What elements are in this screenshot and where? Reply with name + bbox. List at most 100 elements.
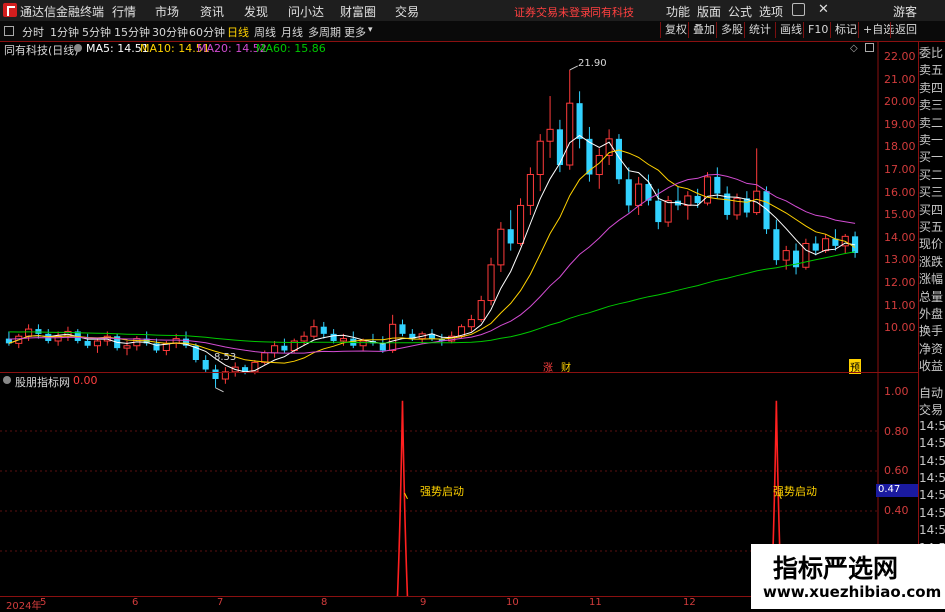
trade-time-label: 14:56 — [919, 418, 945, 433]
menu-gongshi[interactable]: 公式 — [728, 3, 752, 20]
trade-time-label: 14:56 — [919, 505, 945, 520]
candle-body — [261, 352, 269, 363]
period-weekly[interactable]: 周线 — [254, 24, 276, 40]
period-60min[interactable]: 60分钟 — [189, 24, 225, 40]
menu-jiaoyi[interactable]: 交易 — [395, 3, 419, 20]
period-multi[interactable]: 多周期 — [308, 24, 341, 40]
low-price-label: 8.53 — [214, 352, 237, 363]
candle-body — [35, 329, 42, 334]
duogu-button[interactable]: 多股 — [716, 22, 747, 38]
x-axis-label: 5 — [40, 597, 47, 608]
candle-body — [763, 191, 770, 230]
panel-toggle-icon[interactable] — [4, 26, 14, 36]
indicator-settings-icon[interactable] — [3, 376, 11, 384]
period-15min[interactable]: 15分钟 — [114, 24, 150, 40]
period-fenshi[interactable]: 分时 — [22, 24, 44, 40]
huaxian-button[interactable]: 画线 — [775, 22, 806, 38]
quote-field-label[interactable]: 买一 — [919, 148, 943, 165]
watermark: 指标严选网 www.xuezhibiao.com — [751, 544, 945, 609]
kline-chart[interactable] — [0, 42, 918, 609]
indicator-value: 0.00 — [73, 374, 98, 387]
app-title: 通达信金融终端 — [20, 5, 105, 19]
candle-body — [389, 323, 397, 351]
period-daily[interactable]: 日线 — [227, 24, 249, 40]
chevron-down-icon[interactable]: ▾ — [368, 25, 373, 35]
menu-hangqing[interactable]: 行情 — [112, 3, 136, 20]
quote-field-label[interactable]: 总量 — [919, 288, 943, 305]
period-30min[interactable]: 30分钟 — [152, 24, 188, 40]
quote-field-label[interactable]: 委比 — [919, 44, 943, 61]
maximize-icon[interactable] — [865, 43, 874, 52]
candle-body — [694, 195, 701, 204]
quote-field-label[interactable]: 卖二 — [919, 114, 943, 131]
diejia-button[interactable]: 叠加 — [688, 22, 719, 38]
candle-body — [714, 176, 721, 194]
price-axis-tick: 11.00 — [884, 298, 916, 312]
tongji-button[interactable]: 统计 — [744, 22, 775, 38]
ma60-label: MA60: 15.86 — [256, 42, 326, 55]
indicator-axis-tick: 0.60 — [884, 464, 909, 477]
candle-body — [536, 140, 544, 176]
quote-field-label[interactable]: 买五 — [919, 218, 943, 235]
price-axis-tick: 10.00 — [884, 321, 916, 335]
quote-field-label[interactable]: 换手 — [919, 322, 943, 339]
close-icon[interactable]: ✕ — [818, 2, 829, 17]
panel-settings-icon[interactable] — [74, 44, 82, 52]
period-more[interactable]: 更多 — [344, 24, 366, 40]
quote-field-label[interactable]: 卖三 — [919, 96, 943, 113]
quote-field-label[interactable]: 涨幅 — [919, 270, 943, 287]
f10-button[interactable]: F10 — [803, 22, 832, 38]
price-axis-tick: 13.00 — [884, 253, 916, 267]
menu-caifuquan[interactable]: 财富圈 — [340, 3, 376, 20]
high-price-label: 21.90 — [578, 58, 607, 69]
menu-banmian[interactable]: 版面 — [697, 3, 721, 20]
fuquan-button[interactable]: 复权 — [660, 22, 691, 38]
candle-body — [703, 176, 712, 204]
menu-zixun[interactable]: 资讯 — [200, 3, 224, 20]
menu-wenxiaoda[interactable]: 问小达 — [288, 3, 324, 20]
watermark-url: www.xuezhibiao.com — [763, 583, 942, 601]
price-axis-tick: 14.00 — [884, 230, 916, 244]
indicator-current-value: 0.47 — [876, 484, 919, 497]
quote-field-label[interactable]: 外盘 — [919, 305, 943, 322]
menu-faxian[interactable]: 发现 — [244, 3, 268, 20]
price-axis-tick: 20.00 — [884, 95, 916, 109]
candle-body — [339, 338, 347, 342]
quote-field-label[interactable]: 买四 — [919, 201, 943, 218]
minimize-icon[interactable] — [792, 3, 805, 16]
period-5min[interactable]: 5分钟 — [82, 24, 111, 40]
main-panel-title: 同有科技(日线) — [4, 44, 79, 57]
signal-label-2: 强势启动 — [773, 485, 817, 498]
quote-field-label[interactable]: 卖五 — [919, 61, 943, 78]
trade-time-label: 14:56 — [919, 436, 945, 451]
candle-body — [300, 335, 308, 342]
menu-xuanxiang[interactable]: 选项 — [759, 3, 783, 20]
price-axis-tick: 18.00 — [884, 140, 916, 154]
quote-field-label[interactable]: 现价 — [919, 235, 943, 252]
candle-body — [566, 102, 574, 166]
menu-gongneng[interactable]: 功能 — [666, 3, 690, 20]
quote-field-label[interactable]: 卖四 — [919, 79, 943, 96]
quote-field-label[interactable]: 收益 — [919, 357, 943, 374]
login-warning[interactable]: 证券交易未登录 — [514, 4, 591, 20]
period-monthly[interactable]: 月线 — [281, 24, 303, 40]
candle-body — [812, 243, 819, 251]
chart-grid — [0, 42, 879, 597]
app-logo-icon — [3, 3, 17, 17]
trade-time-label: 14:56 — [919, 523, 945, 538]
signal-label-1: 强势启动 — [420, 485, 464, 498]
menu-shichang[interactable]: 市场 — [155, 3, 179, 20]
quote-field-label[interactable]: 涨跌 — [919, 253, 943, 270]
quote-field-label[interactable]: 买二 — [919, 166, 943, 183]
price-axis-tick: 15.00 — [884, 208, 916, 222]
back-button[interactable]: 返回 — [890, 22, 921, 38]
guest-label[interactable]: 游客 — [893, 3, 917, 20]
quote-field-label[interactable]: 买三 — [919, 183, 943, 200]
candle-body — [320, 326, 327, 334]
biaoji-button[interactable]: 标记 — [830, 22, 861, 38]
quote-field-label[interactable]: 卖一 — [919, 131, 943, 148]
period-1min[interactable]: 1分钟 — [50, 24, 79, 40]
quote-field-label[interactable]: 净资 — [919, 340, 943, 357]
price-axis-tick: 16.00 — [884, 185, 916, 199]
diamond-icon[interactable]: ◇ — [850, 43, 858, 54]
